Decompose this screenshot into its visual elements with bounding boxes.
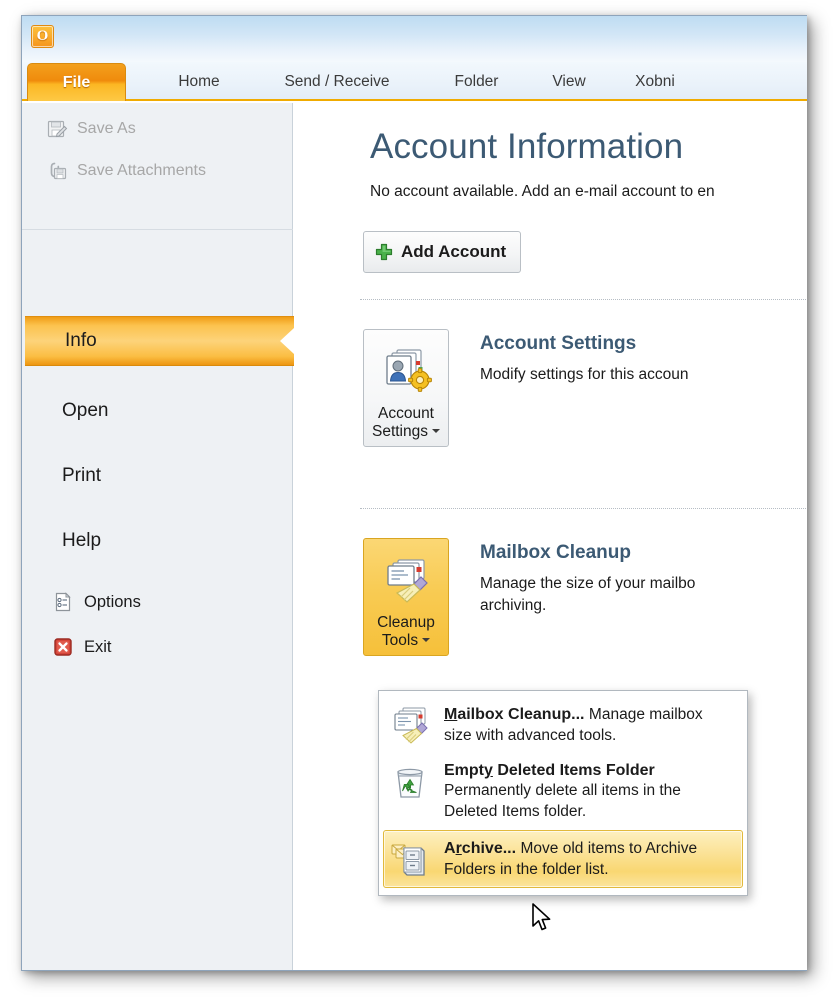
- sidebar-item-print[interactable]: Print: [22, 455, 293, 497]
- tab-home-label: Home: [178, 72, 220, 90]
- archive-icon: [390, 838, 432, 880]
- menu-item-empty-deleted-items-text: Empty Deleted Items Folder Permanently d…: [444, 762, 734, 822]
- account-settings-description: Modify settings for this accoun: [480, 366, 689, 383]
- screenshot-root: O File Home Send / Receive Folder View X…: [0, 0, 838, 1000]
- chevron-down-icon[interactable]: [422, 637, 431, 642]
- selected-chevron-icon: [280, 328, 294, 354]
- sidebar-item-save-as[interactable]: Save As: [22, 109, 293, 149]
- tab-send-receive-label: Send / Receive: [284, 72, 390, 90]
- menu-item-mailbox-cleanup-text: Mailbox Cleanup... Manage mailbox size w…: [444, 704, 734, 746]
- sidebar-item-info[interactable]: Info: [25, 316, 294, 366]
- account-settings-button-caption: Account Settings: [372, 405, 440, 440]
- sidebar-item-options[interactable]: Options: [22, 583, 293, 621]
- section-mailbox-cleanup: Cleanup Tools Mailbox Cleanup Manage the…: [294, 538, 807, 690]
- menu-item-mailbox-cleanup-title: Mailbox Cleanup...: [444, 706, 584, 723]
- account-settings-icon: [380, 348, 432, 396]
- tab-folder[interactable]: Folder: [424, 63, 529, 100]
- account-settings-heading: Account Settings: [480, 333, 637, 354]
- cleanup-tools-button-caption: Cleanup Tools: [377, 614, 435, 649]
- tab-view[interactable]: View: [529, 63, 609, 100]
- mi-accesskey-0: M: [444, 706, 458, 723]
- menu-item-mailbox-cleanup[interactable]: Mailbox Cleanup... Manage mailbox size w…: [383, 696, 743, 754]
- tab-xobni-label: Xobni: [635, 72, 675, 90]
- sidebar-item-print-label: Print: [62, 465, 102, 486]
- menu-item-archive-title: Archive...: [444, 840, 516, 857]
- options-icon: [52, 591, 74, 613]
- menu-item-empty-deleted-items-title: Empty Deleted Items Folder: [444, 762, 655, 779]
- backstage-main-panel: Account Information No account available…: [294, 103, 807, 970]
- section-divider-2: [360, 508, 807, 509]
- menu-item-archive[interactable]: Archive... Move old items to Archive Fol…: [383, 830, 743, 889]
- menu-item-archive-text: Archive... Move old items to Archive Fol…: [444, 838, 734, 880]
- sidebar-item-help-label: Help: [62, 530, 102, 551]
- add-account-label: Add Account: [401, 242, 507, 261]
- cleanup-tools-icon: [380, 557, 432, 605]
- save-attachments-icon: [46, 160, 68, 182]
- mi-title-pre-2: A: [444, 840, 456, 858]
- sidebar-divider-top: [22, 229, 293, 230]
- sidebar-item-save-attachments-label: Save Attachments: [77, 162, 206, 179]
- save-as-icon: [46, 118, 68, 140]
- sidebar-item-info-label: Info: [65, 330, 97, 351]
- cleanup-tools-caption-line1: Cleanup: [377, 614, 435, 631]
- account-settings-button[interactable]: Account Settings: [363, 329, 449, 447]
- chevron-down-icon[interactable]: [432, 428, 440, 433]
- account-settings-caption-line2: Settings: [371, 422, 428, 440]
- menu-item-empty-deleted-items-desc: Permanently delete all items in the Dele…: [444, 782, 681, 821]
- sidebar-item-exit[interactable]: Exit: [22, 628, 293, 666]
- tab-home[interactable]: Home: [148, 63, 250, 100]
- sidebar-item-save-as-label: Save As: [77, 120, 136, 137]
- mi-title-pre-1: Empt: [444, 762, 484, 780]
- no-account-message: No account available. Add an e-mail acco…: [370, 183, 715, 200]
- tab-xobni[interactable]: Xobni: [609, 63, 701, 100]
- tab-folder-label: Folder: [454, 72, 499, 90]
- mi-title-post-2: chive...: [461, 840, 517, 858]
- ribbon-tab-strip: File Home Send / Receive Folder View Xob…: [22, 62, 807, 101]
- section-account-settings: Account Settings Account Settings Modify…: [294, 329, 807, 481]
- exit-icon: [52, 636, 74, 658]
- sidebar-item-help[interactable]: Help: [22, 520, 293, 562]
- outlook-window: O File Home Send / Receive Folder View X…: [21, 15, 807, 971]
- outlook-logo-glyph: O: [36, 28, 49, 44]
- sidebar-item-open-label: Open: [62, 400, 109, 421]
- menu-item-empty-deleted-items[interactable]: Empty Deleted Items Folder Permanently d…: [383, 754, 743, 830]
- cleanup-tools-caption-line2: Tools: [381, 631, 419, 649]
- mailbox-cleanup-heading: Mailbox Cleanup: [480, 542, 631, 563]
- outlook-logo-icon: O: [31, 25, 54, 48]
- tab-view-label: View: [552, 72, 586, 90]
- recycle-bin-icon: [390, 762, 432, 822]
- sidebar-item-options-label: Options: [84, 592, 141, 611]
- sidebar-item-open[interactable]: Open: [22, 390, 293, 432]
- mailbox-cleanup-description: Manage the size of your mailbo archiving…: [480, 575, 696, 614]
- sidebar-item-save-attachments[interactable]: Save Attachments: [22, 151, 293, 191]
- account-settings-caption-line1: Account: [377, 405, 434, 422]
- tab-send-receive[interactable]: Send / Receive: [250, 63, 424, 100]
- title-bar: O: [22, 16, 807, 62]
- tab-file-label: File: [62, 73, 91, 91]
- mi-accesskey-1: y: [484, 762, 493, 780]
- mailbox-cleanup-icon: [390, 704, 432, 746]
- section-divider-1: [360, 299, 807, 300]
- cleanup-tools-button[interactable]: Cleanup Tools: [363, 538, 449, 656]
- backstage-sidebar: Save As Save Attachments Info Open Print…: [22, 103, 294, 970]
- mi-title-post-0: ailbox Cleanup...: [457, 706, 585, 723]
- tab-file[interactable]: File: [27, 63, 126, 101]
- mi-title-post-1: Deleted Items Folder: [492, 762, 655, 780]
- sidebar-item-exit-label: Exit: [84, 637, 112, 656]
- green-plus-icon: [374, 242, 394, 262]
- page-title: Account Information: [370, 127, 684, 166]
- cleanup-tools-dropdown-menu: Mailbox Cleanup... Manage mailbox size w…: [378, 690, 748, 897]
- add-account-button[interactable]: Add Account: [363, 231, 522, 273]
